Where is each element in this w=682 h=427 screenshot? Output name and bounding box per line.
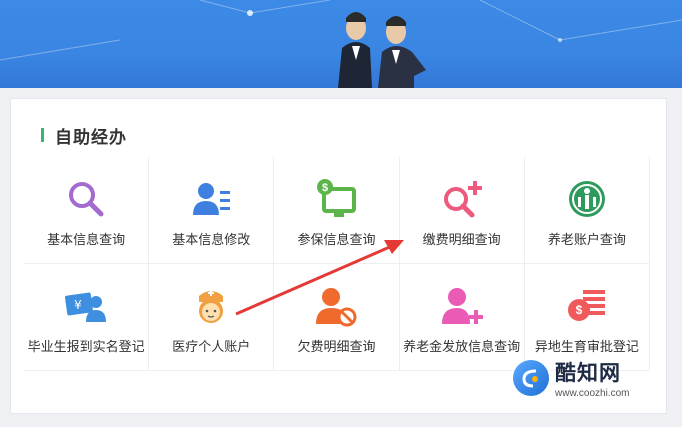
service-basic-info-edit[interactable]: 基本信息修改 (149, 157, 275, 264)
svg-text:$: $ (322, 182, 328, 194)
service-pension-payment-query[interactable]: 养老金发放信息查询 (399, 264, 525, 371)
service-label: 医疗个人账户 (172, 339, 251, 354)
service-graduate-registration[interactable]: ¥ 毕业生报到实名登记 (24, 264, 150, 371)
user-add-icon (441, 288, 483, 324)
accent-bar (41, 128, 44, 142)
graduate-card-icon: ¥ (65, 292, 107, 322)
businessmen-illustration (338, 12, 426, 88)
service-label: 参保信息查询 (297, 232, 376, 247)
service-payment-detail-query[interactable]: 缴费明细查询 (399, 157, 525, 264)
watermark-logo-icon (513, 360, 549, 396)
section-header: 自助经办 (41, 124, 127, 147)
service-basic-info-query[interactable]: 基本信息查询 (24, 157, 150, 264)
monitor-dollar-icon: $ (317, 179, 357, 217)
svg-text:¥: ¥ (74, 298, 82, 312)
service-label: 基本信息查询 (47, 232, 126, 247)
user-ban-icon (316, 288, 357, 327)
service-medical-account[interactable]: 医疗个人账户 (149, 264, 275, 371)
header-banner (0, 0, 682, 88)
service-label: 毕业生报到实名登记 (27, 339, 145, 354)
watermark-name: 酷知网 (555, 362, 621, 385)
search-plus-icon (443, 181, 482, 218)
service-label: 欠费明细查询 (297, 339, 376, 354)
service-arrears-detail-query[interactable]: 欠费明细查询 (274, 264, 400, 371)
service-insurance-query[interactable]: $ 参保信息查询 (274, 157, 400, 264)
svg-text:$: $ (576, 303, 583, 317)
user-edit-icon (193, 183, 231, 215)
money-list-icon: $ (567, 290, 605, 321)
watermark-url: www.coozhi.com (555, 388, 630, 399)
pension-logo-icon (568, 181, 605, 217)
section-title: 自助经办 (55, 127, 127, 147)
service-label: 缴费明细查询 (422, 232, 501, 247)
service-pension-account-query[interactable]: 养老账户查询 (524, 157, 650, 264)
service-label: 养老账户查询 (547, 232, 626, 247)
watermark: 酷知网 www.coozhi.com (513, 352, 678, 404)
banner-decoration (0, 0, 682, 88)
service-grid: 基本信息查询 基本信息修改 $ 参保信息查询 缴费明细查询 养老账户查询 ¥ 毕… (24, 157, 650, 371)
service-label: 基本信息修改 (172, 232, 251, 247)
service-label: 养老金发放信息查询 (403, 339, 521, 354)
search-icon (69, 182, 104, 217)
nurse-icon (199, 290, 224, 323)
